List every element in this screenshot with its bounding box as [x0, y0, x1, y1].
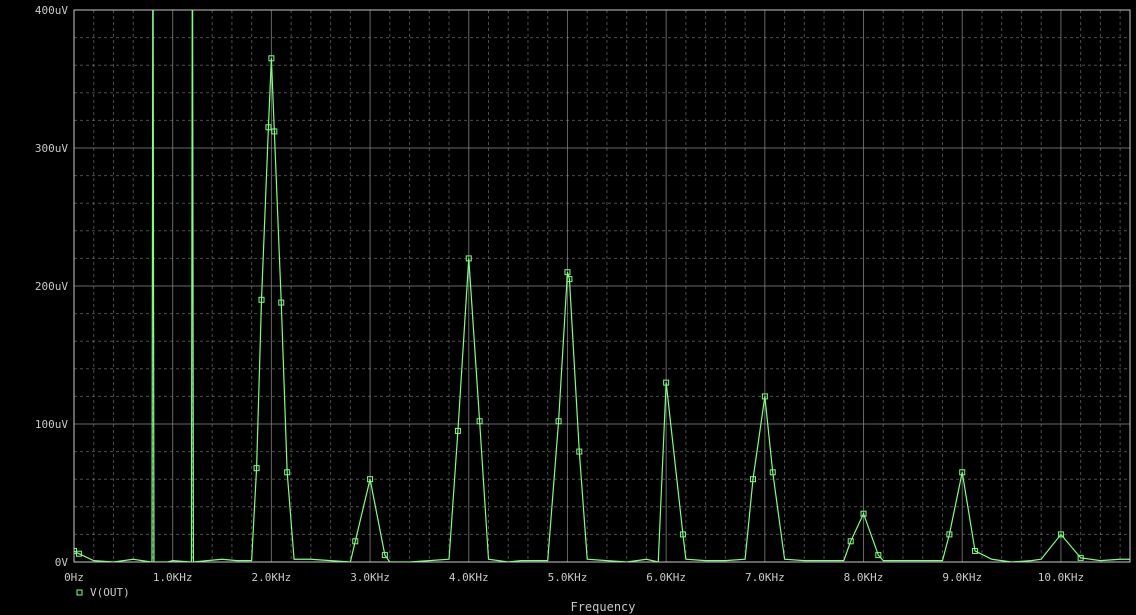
x-tick-label: 10.0KHz [1038, 571, 1084, 584]
x-tick-label: 2.0KHz [252, 571, 292, 584]
x-tick-label: 4.0KHz [449, 571, 489, 584]
y-tick-label: 0V [55, 556, 69, 569]
x-tick-label: 8.0KHz [844, 571, 884, 584]
y-tick-label: 300uV [35, 142, 68, 155]
x-tick-label: 9.0KHz [942, 571, 982, 584]
frequency-spectrum-chart: 0Hz 1.0KHz 2.0KHz 3.0KHz 4.0KHz 5.0KHz 6.0KHz 7… [0, 0, 1136, 615]
x-tick-label: 5.0KHz [548, 571, 588, 584]
y-tick-label: 100uV [35, 418, 68, 431]
plot-window: 0Hz 1.0KHz 2.0KHz 3.0KHz 4.0KHz 5.0KHz 6.0KHz 7… [0, 0, 1136, 615]
x-tick-label: 1.0KHz [153, 571, 193, 584]
plot-background [0, 0, 1136, 615]
x-tick-label: 3.0KHz [350, 571, 390, 584]
legend-entry-v-out: V(OUT) [90, 586, 130, 599]
x-tick-label: 7.0KHz [745, 571, 785, 584]
y-tick-label: 200uV [35, 280, 68, 293]
y-tick-label: 400uV [35, 4, 68, 17]
x-axis-title: Frequency [570, 600, 635, 614]
x-tick-label: 6.0KHz [646, 571, 686, 584]
x-tick-label: 0Hz [64, 571, 84, 584]
